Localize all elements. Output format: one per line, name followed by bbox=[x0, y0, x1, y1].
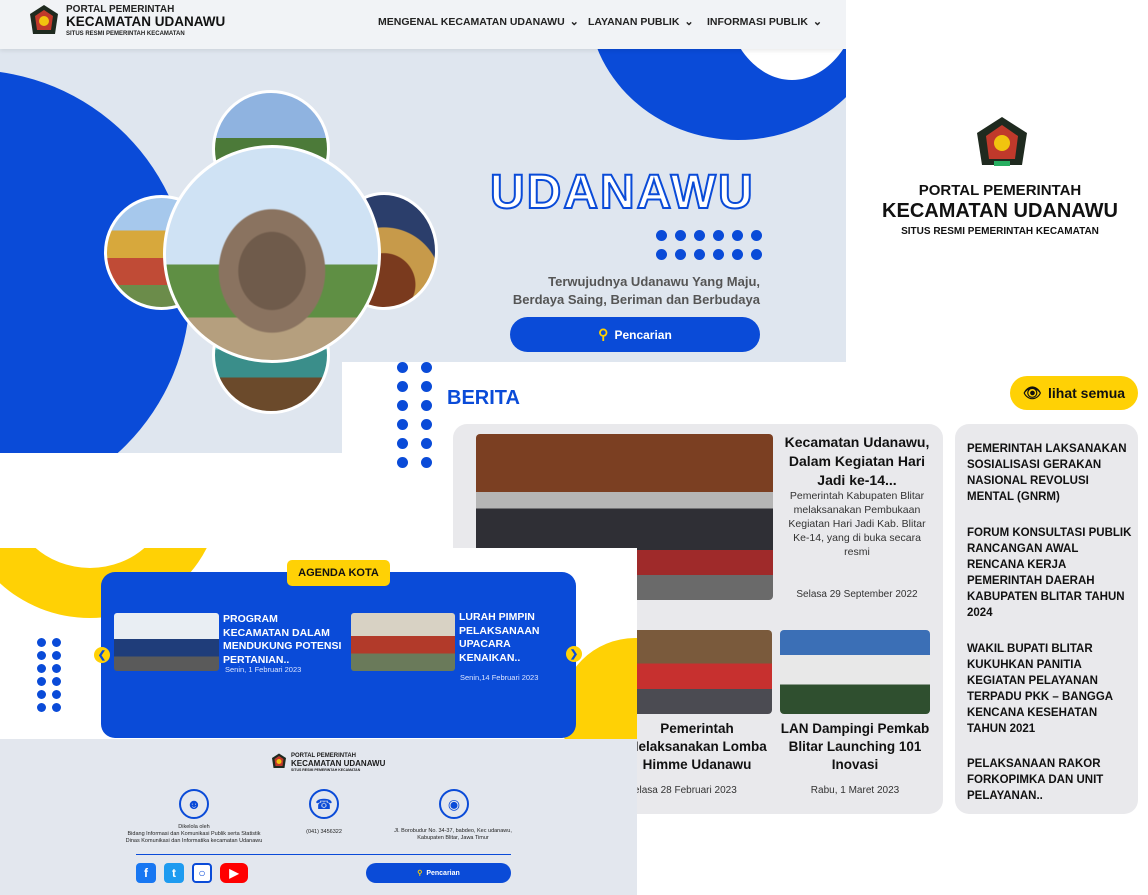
right-brand-line2: KECAMATAN UDANAWU bbox=[882, 200, 1118, 222]
news-date: Rabu, 1 Maret 2023 bbox=[810, 785, 900, 796]
footer-divider bbox=[136, 854, 511, 855]
chevron-down-icon: ⌄ bbox=[684, 16, 694, 28]
managed-line2: Bidang Informasi dan Komunikasi Publik s… bbox=[127, 831, 261, 837]
search-label: Pencarian bbox=[426, 869, 460, 877]
side-news-item[interactable]: WAKIL BUPATI BLITAR KUKUHKAN PANITIA KEG… bbox=[967, 641, 1133, 737]
footer-brand-line2: KECAMATAN UDANAWU bbox=[291, 759, 386, 768]
footer-phone[interactable]: (041) 3456322 bbox=[284, 829, 364, 836]
location-pin-icon: ◉ bbox=[439, 789, 469, 819]
chevron-down-icon: ⌄ bbox=[812, 16, 823, 28]
news-image[interactable] bbox=[780, 630, 930, 714]
decor-dots bbox=[397, 362, 432, 468]
twitter-icon[interactable]: t bbox=[164, 863, 184, 883]
news-main-date: Selasa 29 September 2022 bbox=[796, 589, 918, 600]
nav-label: INFORMASI PUBLIK bbox=[707, 15, 808, 28]
agenda-panel: AGENDA KOTA PROGRAM KECAMATAN DALAM MEND… bbox=[0, 548, 637, 739]
footer-brand-line3: SITUS RESMI PEMERINTAH KECAMATAN bbox=[291, 768, 361, 772]
photo-temple bbox=[163, 145, 381, 363]
instagram-icon[interactable]: ○ bbox=[192, 863, 212, 883]
side-news-item[interactable]: FORUM KONSULTASI PUBLIK RANCANGAN AWAL R… bbox=[967, 525, 1133, 621]
right-brand-line3: SITUS RESMI PEMERINTAH KECAMATAN bbox=[901, 226, 1099, 237]
news-image[interactable] bbox=[622, 630, 772, 714]
hero-title: UDANAWU bbox=[489, 165, 755, 220]
agenda-item-date: Senin,14 Februari 2023 bbox=[460, 673, 539, 682]
brand-line2: KECAMATAN UDANAWU bbox=[66, 14, 226, 29]
nav-layanan-publik[interactable]: LAYANAN PUBLIK ⌄ bbox=[588, 15, 694, 29]
footer-managed: Dikelola oleh Bidang Informasi dan Komun… bbox=[110, 824, 278, 845]
eye-icon: 👁 bbox=[1022, 385, 1042, 402]
tagline-line2: Berdaya Saing, Beriman dan Berbudaya bbox=[512, 292, 760, 307]
see-all-label: lihat semua bbox=[1048, 385, 1126, 401]
address-line1: Jl. Borobudur No. 34-37, babdeo, Kec uda… bbox=[394, 828, 512, 834]
search-label: Pencarian bbox=[614, 327, 672, 342]
carousel-next-button[interactable]: ❯ bbox=[566, 646, 582, 662]
side-news-item[interactable]: PEMERINTAH LAKSANAKAN SOSIALISASI GERAKA… bbox=[967, 441, 1133, 505]
side-news-item[interactable]: PELAKSANAAN RAKOR FORKOPIMKA DAN UNIT PE… bbox=[967, 756, 1133, 804]
brand-line3: SITUS RESMI PEMERINTAH KECAMATAN bbox=[66, 31, 185, 37]
address-line2: Kabupaten Blitar, Jawa Timur bbox=[417, 835, 489, 841]
regency-logo-icon bbox=[272, 753, 286, 768]
footer-panel: PORTAL PEMERINTAH KECAMATAN UDANAWU SITU… bbox=[0, 739, 637, 895]
nav-informasi-publik[interactable]: INFORMASI PUBLIK ⌄ bbox=[707, 15, 823, 29]
footer-address: Jl. Borobudur No. 34-37, babdeo, Kec uda… bbox=[385, 828, 521, 842]
agenda-image[interactable] bbox=[114, 613, 219, 671]
managed-line1: Dikelola oleh bbox=[178, 824, 210, 830]
agenda-item-date: Senin, 1 Februari 2023 bbox=[225, 665, 302, 674]
hero-search-button[interactable]: ⚲ Pencarian bbox=[510, 317, 760, 352]
right-brand-line1: PORTAL PEMERINTAH bbox=[918, 182, 1082, 199]
hero-tagline: Terwujudnya Udanawu Yang Maju, Berdaya S… bbox=[500, 273, 760, 309]
regency-logo-icon bbox=[30, 5, 58, 34]
chevron-down-icon: ⌄ bbox=[569, 16, 579, 28]
search-icon: ⚲ bbox=[417, 870, 423, 877]
regency-logo-icon bbox=[977, 117, 1027, 166]
facebook-icon[interactable]: f bbox=[136, 863, 156, 883]
news-date: Selasa 28 Februari 2023 bbox=[627, 785, 737, 796]
search-icon: ⚲ bbox=[598, 326, 609, 342]
youtube-icon[interactable]: ▶ bbox=[220, 863, 248, 883]
carousel-prev-button[interactable]: ❮ bbox=[94, 647, 110, 663]
nav-label: LAYANAN PUBLIK bbox=[588, 15, 680, 28]
nav-label: MENGENAL KECAMATAN UDANAWU bbox=[378, 15, 565, 28]
user-icon: ☻ bbox=[179, 789, 209, 819]
news-title[interactable]: LAN Dampingi Pemkab Blitar Launching 101… bbox=[780, 720, 930, 774]
agenda-title: AGENDA KOTA bbox=[287, 560, 390, 586]
managed-line3: Dinas Komunikasi dan Informatika kecamat… bbox=[125, 838, 263, 844]
footer-search-button[interactable]: ⚲ Pencarian bbox=[366, 863, 511, 883]
nav-mengenal[interactable]: MENGENAL KECAMATAN UDANAWU ⌄ bbox=[378, 15, 579, 29]
phone-icon: ☎ bbox=[309, 789, 339, 819]
news-main-excerpt: Pemerintah Kabupaten Blitar melaksanakan… bbox=[788, 490, 926, 558]
news-main-title[interactable]: Kecamatan Udanawu, Dalam Kegiatan Hari J… bbox=[782, 433, 932, 490]
agenda-image[interactable] bbox=[351, 613, 455, 671]
decor-dots bbox=[37, 638, 61, 712]
tagline-line1: Terwujudnya Udanawu Yang Maju, bbox=[548, 274, 760, 289]
see-all-button[interactable]: 👁 lihat semua bbox=[1010, 376, 1138, 410]
decor-dots bbox=[656, 230, 762, 260]
news-title[interactable]: Pemerintah Melaksanakan Lomba Himme Udan… bbox=[622, 720, 772, 774]
agenda-item-title[interactable]: LURAH PIMPIN PELAKSANAAN UPACARA KENAIKA… bbox=[459, 611, 549, 665]
agenda-item-title[interactable]: PROGRAM KECAMATAN DALAM MENDUKUNG POTENS… bbox=[223, 613, 345, 667]
berita-title: BERITA bbox=[447, 387, 520, 409]
